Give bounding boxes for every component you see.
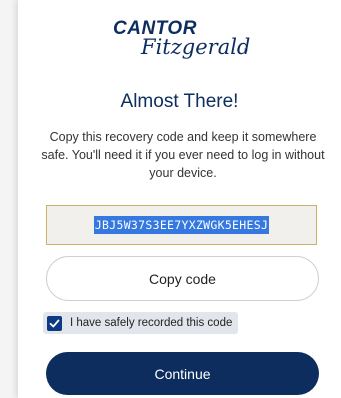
page-title: Almost There! <box>120 91 239 112</box>
recovery-code-text[interactable]: JBJ5W37S3EE7YXZWGK5EHESJ <box>93 216 270 234</box>
logo-wordmark-bottom: Fitzgerald <box>141 35 251 59</box>
cantor-fitzgerald-logo: CANTOR Fitzgerald ® <box>113 18 253 64</box>
checkmark-icon <box>49 319 60 327</box>
copy-code-button[interactable]: Copy code <box>46 256 319 301</box>
recorded-confirmation-checkbox[interactable] <box>47 315 62 331</box>
recorded-confirmation-checkbox-row[interactable]: I have safely recorded this code <box>43 312 239 334</box>
recorded-confirmation-label: I have safely recorded this code <box>70 317 233 329</box>
logo-registered-mark: ® <box>244 48 248 54</box>
recovery-code-box[interactable]: JBJ5W37S3EE7YXZWGK5EHESJ <box>46 205 317 245</box>
instructions-text: Copy this recovery code and keep it some… <box>41 130 325 180</box>
continue-button[interactable]: Continue <box>46 352 319 395</box>
recovery-code-card: CANTOR Fitzgerald ® Almost There! Copy t… <box>18 0 341 398</box>
